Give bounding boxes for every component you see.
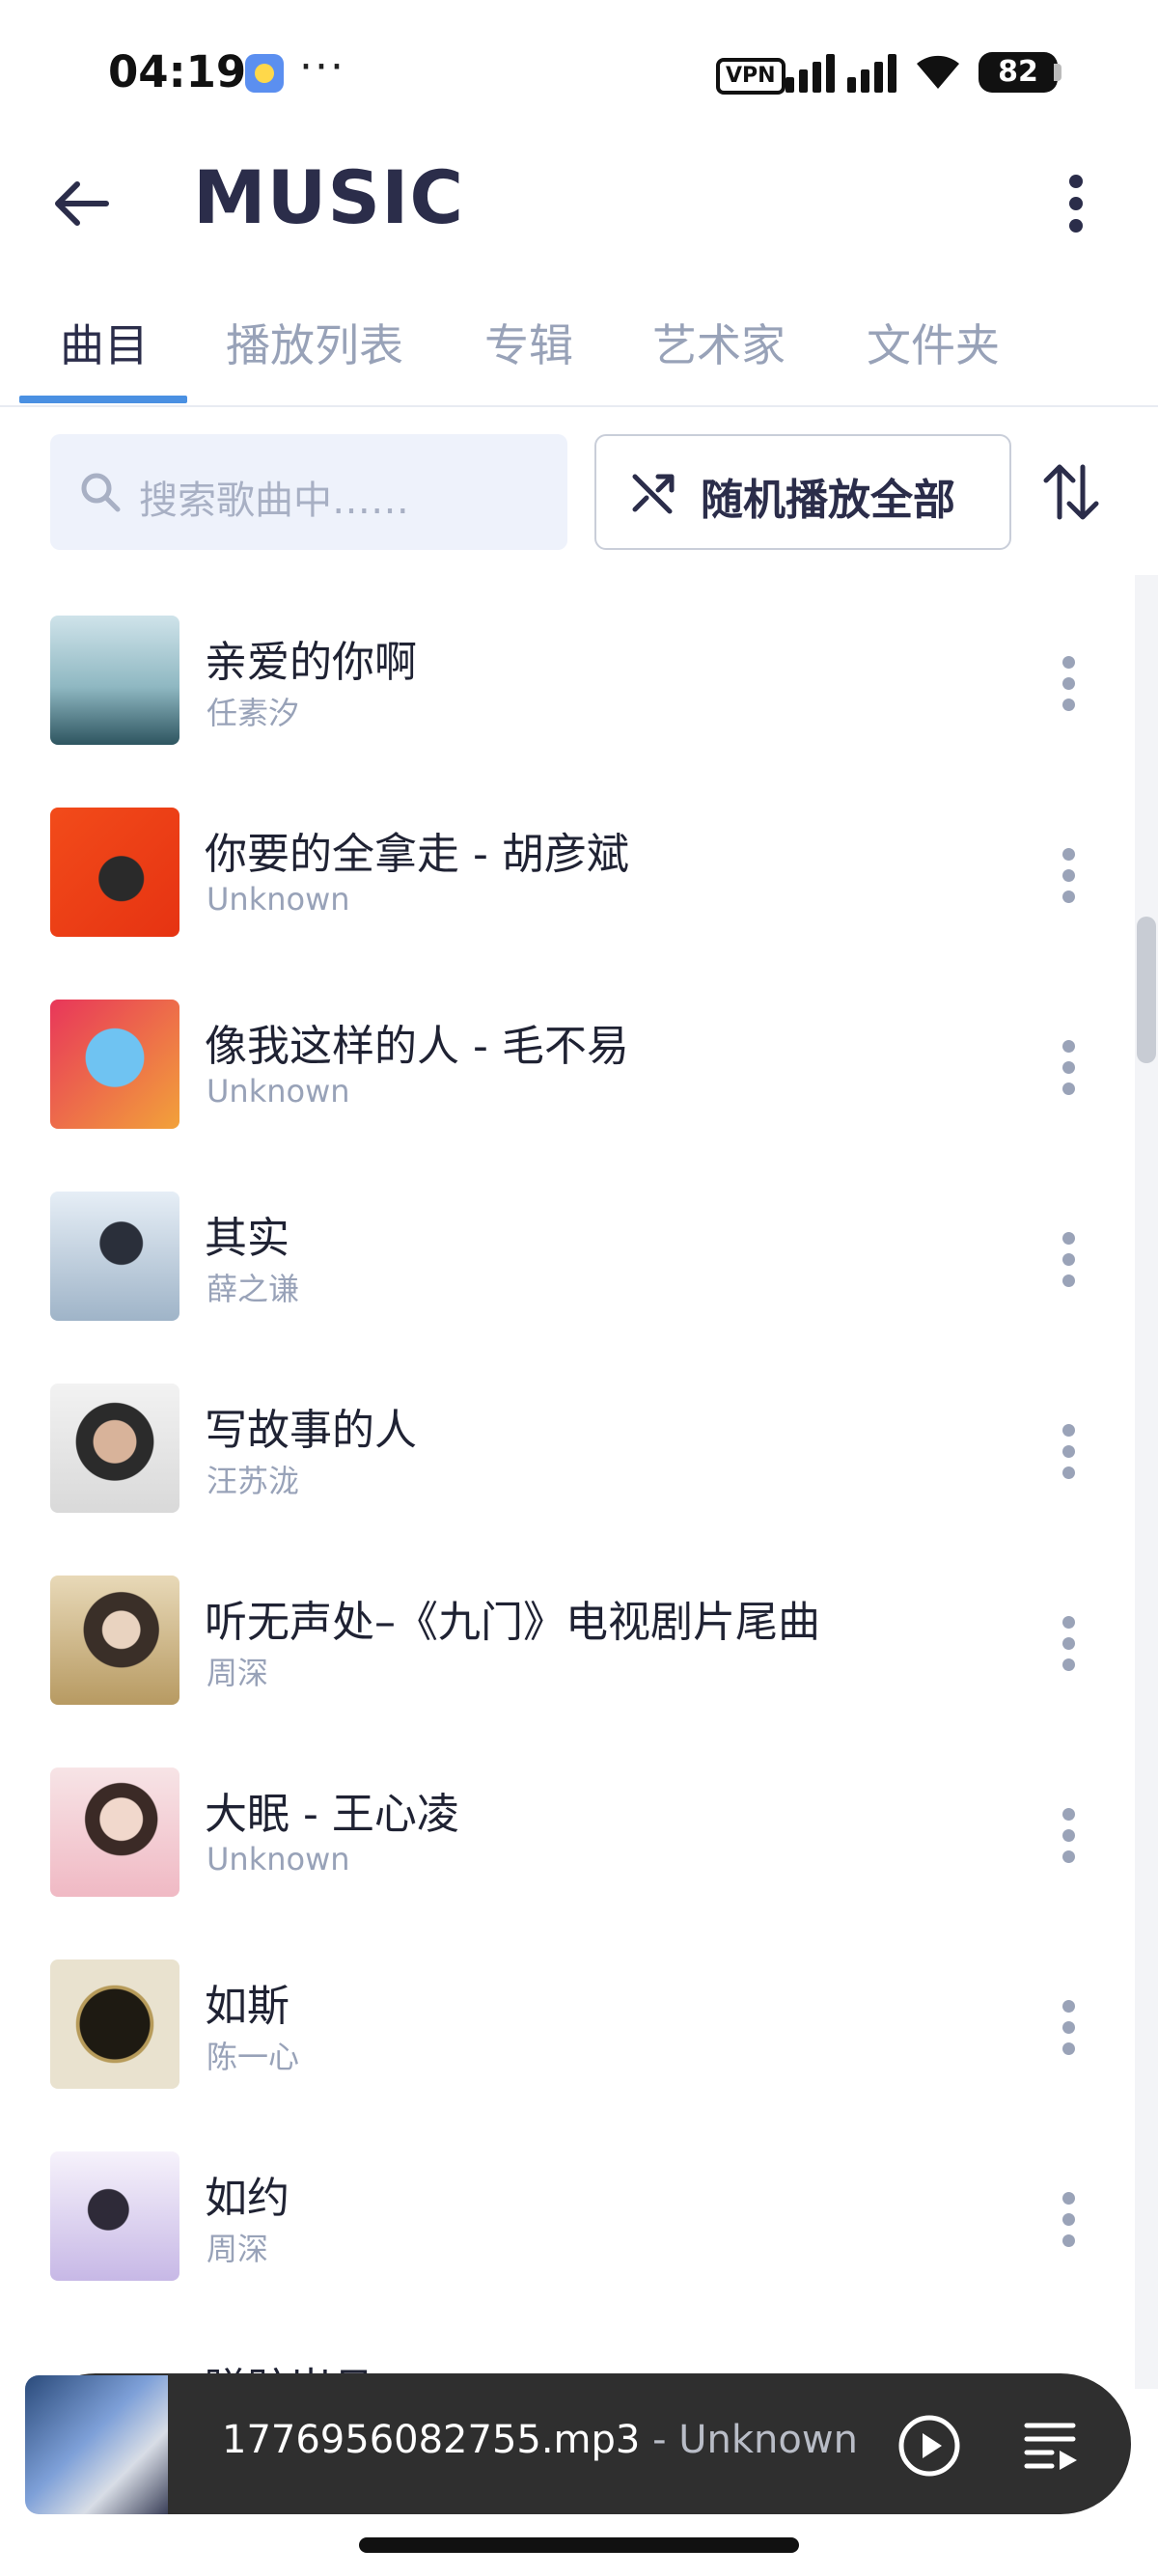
album-cover — [50, 1192, 179, 1321]
song-title: 如约 — [205, 2174, 290, 2223]
more-options-icon[interactable] — [1052, 170, 1100, 237]
tab-albums[interactable]: 专辑 — [484, 311, 573, 374]
scrollbar-thumb[interactable] — [1137, 917, 1156, 1063]
song-artist: Unknown — [207, 881, 350, 918]
song-row[interactable]: 如斯 陈一心 — [0, 1919, 1135, 2111]
song-row[interactable]: 像我这样的人 - 毛不易 Unknown — [0, 959, 1135, 1151]
song-more-icon[interactable] — [1054, 2192, 1083, 2250]
wifi-icon — [917, 55, 959, 89]
home-indicator — [359, 2537, 799, 2553]
page-title: MUSIC — [193, 154, 465, 240]
now-playing-separator: - — [640, 2418, 679, 2462]
song-artist: 薛之谦 — [207, 1271, 300, 1307]
active-tab-indicator — [19, 396, 187, 403]
search-input[interactable]: 搜索歌曲中…… — [50, 434, 567, 550]
tab-tracks[interactable]: 曲目 — [60, 311, 149, 374]
album-cover — [50, 2151, 179, 2281]
song-artist: 任素汐 — [207, 695, 300, 731]
song-more-icon[interactable] — [1054, 2000, 1083, 2058]
tab-bar: 曲目 播放列表 专辑 艺术家 文件夹 — [0, 289, 1158, 407]
album-cover — [50, 616, 179, 745]
song-row[interactable]: 如约 周深 — [0, 2111, 1135, 2303]
album-cover — [50, 1768, 179, 1897]
tab-playlists[interactable]: 播放列表 — [226, 311, 403, 374]
status-bar: 04:19 ··· VPN 82 — [0, 0, 1158, 145]
song-more-icon[interactable] — [1054, 1232, 1083, 1290]
song-more-icon[interactable] — [1054, 848, 1083, 906]
song-artist: 汪苏泷 — [207, 1463, 300, 1499]
song-artist: 陈一心 — [207, 2039, 300, 2075]
song-more-icon[interactable] — [1054, 1616, 1083, 1674]
song-more-icon[interactable] — [1054, 1040, 1083, 1098]
song-title: 其实 — [205, 1214, 290, 1263]
song-title: 像我这样的人 - 毛不易 — [205, 1022, 629, 1071]
song-title: 听无声处–《九门》电视剧片尾曲 — [205, 1598, 820, 1647]
now-playing-track: 1776956082755.mp3 — [222, 2418, 641, 2462]
play-icon[interactable] — [897, 2414, 961, 2478]
shuffle-icon — [632, 474, 675, 514]
song-more-icon[interactable] — [1054, 656, 1083, 714]
status-time: 04:19 — [108, 46, 247, 97]
battery-icon: 82 — [979, 52, 1058, 93]
song-row[interactable]: 你要的全拿走 - 胡彦斌 Unknown — [0, 767, 1135, 959]
song-row[interactable]: 大眠 - 王心凌 Unknown — [0, 1727, 1135, 1919]
song-row[interactable]: 听无声处–《九门》电视剧片尾曲 周深 — [0, 1535, 1135, 1727]
tab-artists[interactable]: 艺术家 — [652, 311, 786, 374]
song-title: 亲爱的你啊 — [205, 638, 417, 687]
shuffle-all-button[interactable]: 随机播放全部 — [594, 434, 1011, 550]
song-title: 你要的全拿走 - 胡彦斌 — [205, 830, 629, 879]
back-arrow-icon[interactable] — [48, 170, 116, 237]
song-more-icon[interactable] — [1054, 1424, 1083, 1482]
scrollbar-track[interactable] — [1135, 575, 1158, 2389]
now-playing-artist: Unknown — [678, 2418, 858, 2462]
album-cover — [50, 1384, 179, 1513]
song-artist: 周深 — [207, 2231, 269, 2267]
more-notifications-icon: ··· — [299, 42, 345, 92]
search-placeholder: 搜索歌曲中…… — [139, 479, 409, 523]
song-row[interactable]: 亲爱的你啊 任素汐 — [0, 575, 1135, 767]
album-cover — [50, 808, 179, 937]
queue-icon[interactable] — [1023, 2420, 1081, 2472]
shuffle-all-label: 随机播放全部 — [701, 476, 955, 525]
tab-folders[interactable]: 文件夹 — [867, 311, 1000, 374]
battery-tip — [1054, 64, 1062, 81]
vpn-badge: VPN — [716, 58, 786, 95]
song-artist: 周深 — [207, 1655, 269, 1691]
song-title: 大眠 - 王心凌 — [205, 1790, 459, 1839]
search-icon — [81, 473, 121, 512]
album-cover — [50, 1576, 179, 1705]
now-playing-cover[interactable] — [25, 2375, 168, 2514]
album-cover — [50, 1000, 179, 1129]
song-more-icon[interactable] — [1054, 1808, 1083, 1866]
song-artist: Unknown — [207, 1841, 350, 1877]
sort-icon[interactable] — [1042, 461, 1100, 523]
song-artist: Unknown — [207, 1073, 350, 1110]
song-row[interactable]: 其实 薛之谦 — [0, 1151, 1135, 1343]
signal-icon — [786, 54, 896, 93]
album-cover — [50, 1959, 179, 2089]
song-title: 如斯 — [205, 1982, 290, 2031]
now-playing-title: 1776956082755.mp3 - Unknown — [222, 2418, 858, 2462]
song-row[interactable]: 写故事的人 汪苏泷 — [0, 1343, 1135, 1535]
song-title: 写故事的人 — [205, 1406, 417, 1455]
app-notification-icon — [245, 54, 284, 93]
